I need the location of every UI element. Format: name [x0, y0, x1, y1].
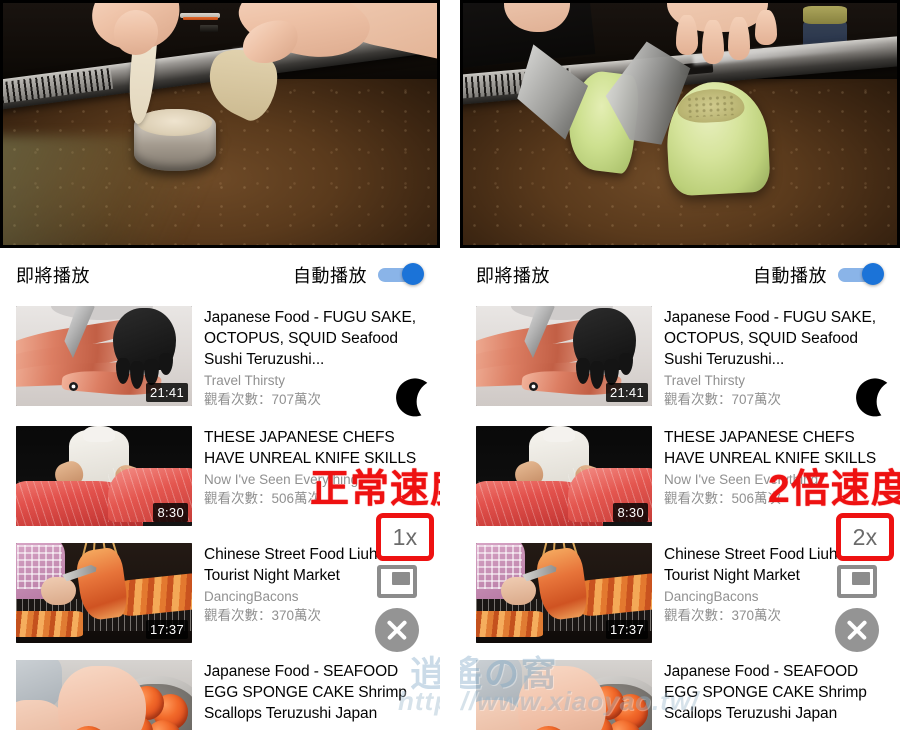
- video-list-item[interactable]: Japanese Food - SEAFOOD EGG SPONGE CAKE …: [12, 656, 428, 730]
- video-thumbnail[interactable]: 17:37: [476, 543, 652, 643]
- speed-annotation-badge: 2x: [836, 513, 894, 561]
- close-circle-icon[interactable]: [835, 608, 879, 652]
- chef-cap: [82, 426, 115, 442]
- video-thumbnail[interactable]: 8:30: [476, 426, 652, 526]
- speed-badge-text: 1x: [392, 523, 418, 550]
- autoplay-toggle-knob: [862, 263, 884, 285]
- video-player-left[interactable]: [0, 0, 440, 248]
- counter-item-orange: [182, 17, 218, 21]
- video-duration-badge: 21:41: [605, 383, 648, 402]
- video-player-right[interactable]: [460, 0, 900, 248]
- video-title[interactable]: Japanese Food - SEAFOOD EGG SPONGE CAKE …: [204, 661, 424, 724]
- chef-cap: [542, 426, 575, 442]
- video-thumbnail[interactable]: 8:30: [16, 426, 192, 526]
- shrimp-row: [16, 611, 83, 637]
- video-list-item[interactable]: Japanese Food - SEAFOOD EGG SPONGE CAKE …: [472, 656, 888, 730]
- video-thumbnail[interactable]: 21:41: [476, 306, 652, 406]
- autoplay-toggle[interactable]: [838, 263, 884, 285]
- glove-finger: [618, 353, 633, 375]
- video-scene-teppanyaki-batter: [0, 0, 440, 248]
- video-title[interactable]: Japanese Food - SEAFOOD EGG SPONGE CAKE …: [664, 661, 884, 724]
- picture-in-picture-icon[interactable]: [837, 565, 877, 598]
- upnext-bar: 即將播放 自動播放: [12, 248, 428, 302]
- panel-normal-speed: 即將播放 自動播放 21:41 Japanese Food - FUGU SAK…: [0, 0, 469, 730]
- video-title[interactable]: THESE JAPANESE CHEFS HAVE UNREAL KNIFE S…: [204, 427, 424, 469]
- ring-mold-batter: [137, 108, 213, 136]
- screenshot-root: 即將播放 自動播放 21:41 Japanese Food - FUGU SAK…: [0, 0, 900, 730]
- picture-in-picture-inner: [392, 572, 410, 585]
- autoplay-label: 自動播放: [293, 266, 367, 286]
- video-duration-badge: 21:41: [145, 383, 188, 402]
- hand-holding-tomato: [58, 666, 147, 730]
- close-circle-icon[interactable]: [375, 608, 419, 652]
- autoplay-control[interactable]: 自動播放: [293, 262, 424, 288]
- autoplay-toggle-knob: [402, 263, 424, 285]
- glove-finger: [158, 353, 173, 375]
- upnext-bar: 即將播放 自動播放: [472, 248, 888, 302]
- video-scene-cabbage-chopping: [460, 0, 900, 248]
- vendor-hand: [500, 577, 536, 605]
- shrimp-row: [576, 572, 652, 618]
- cabbage-core: [676, 87, 745, 125]
- ring-mold: [134, 108, 216, 172]
- chef-finger: [728, 17, 751, 60]
- autoplay-toggle[interactable]: [378, 263, 424, 285]
- video-duration-badge: 17:37: [605, 620, 648, 639]
- speed-badge-text: 2x: [852, 523, 878, 550]
- thumbnail-art-tomato: [16, 660, 192, 730]
- video-list-item[interactable]: 17:37 Chinese Street Food Liuhe Tourist …: [472, 539, 888, 656]
- video-meta: Japanese Food - SEAFOOD EGG SPONGE CAKE …: [204, 660, 424, 730]
- video-thumbnail[interactable]: 17:37: [16, 543, 192, 643]
- speed-annotation-label: 2倍速度: [768, 468, 900, 511]
- vendor-hand: [40, 577, 76, 605]
- upnext-heading: 即將播放: [476, 266, 550, 286]
- thumbnail-art-tomato: [476, 660, 652, 730]
- squid-eye: [528, 382, 538, 391]
- video-list-item[interactable]: 21:41 Japanese Food - FUGU SAKE, OCTOPUS…: [12, 302, 428, 422]
- shrimp-row: [116, 572, 192, 618]
- upnext-heading: 即將播放: [16, 266, 90, 286]
- video-meta: Japanese Food - SEAFOOD EGG SPONGE CAKE …: [664, 660, 884, 730]
- squid-eye: [68, 382, 78, 391]
- video-duration-badge: 17:37: [145, 620, 188, 639]
- counter-jar-lid: [803, 5, 848, 24]
- video-thumbnail[interactable]: 21:41: [16, 306, 192, 406]
- crescent-moon-icon[interactable]: [389, 374, 435, 420]
- chef-finger: [754, 9, 777, 45]
- video-list-item[interactable]: 21:41 Japanese Food - FUGU SAKE, OCTOPUS…: [472, 302, 888, 422]
- picture-in-picture-icon[interactable]: [377, 565, 417, 598]
- panel-divider: [440, 0, 460, 730]
- speed-annotation-badge: 1x: [376, 513, 434, 561]
- autoplay-label: 自動播放: [753, 266, 827, 286]
- counter-item-dark: [200, 24, 218, 32]
- panel-double-speed: 即將播放 自動播放 21:41 Japanese Food - FUGU SAK…: [460, 0, 900, 730]
- crescent-moon-icon[interactable]: [849, 374, 895, 420]
- autoplay-control[interactable]: 自動播放: [753, 262, 884, 288]
- video-thumbnail[interactable]: [476, 660, 652, 730]
- chef-finger: [675, 14, 698, 55]
- video-duration-badge: 8:30: [613, 503, 648, 522]
- video-thumbnail[interactable]: [16, 660, 192, 730]
- video-title[interactable]: Japanese Food - FUGU SAKE, OCTOPUS, SQUI…: [204, 307, 424, 370]
- shrimp-row: [476, 611, 543, 637]
- chef-finger: [702, 19, 724, 65]
- video-title[interactable]: Japanese Food - FUGU SAKE, OCTOPUS, SQUI…: [664, 307, 884, 370]
- hand-holding-tomato: [518, 666, 607, 730]
- video-title[interactable]: THESE JAPANESE CHEFS HAVE UNREAL KNIFE S…: [664, 427, 884, 469]
- video-list-item[interactable]: 17:37 Chinese Street Food Liuhe Tourist …: [12, 539, 428, 656]
- video-duration-badge: 8:30: [153, 503, 188, 522]
- picture-in-picture-inner: [852, 572, 870, 585]
